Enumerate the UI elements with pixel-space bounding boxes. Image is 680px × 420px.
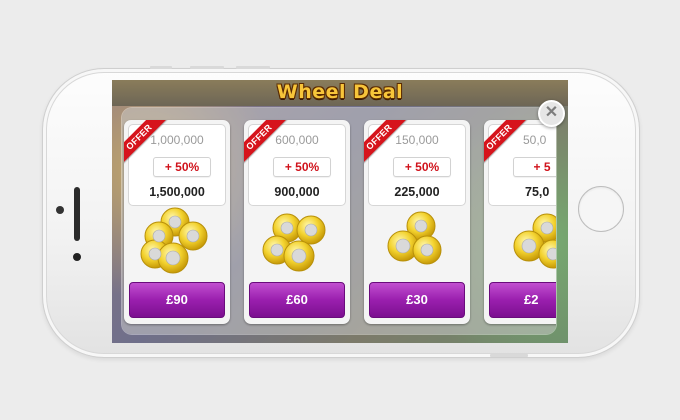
offer-card: 150,000 + 50% 225,000 OFFER £30 bbox=[364, 120, 470, 324]
offer-panel: 1,000,000 + 50% 1,500,000 OFFER £90 600,… bbox=[122, 108, 556, 334]
total-amount: 900,000 bbox=[274, 185, 320, 199]
total-amount: 1,500,000 bbox=[149, 185, 205, 199]
total-amount: 75,0 bbox=[525, 185, 550, 199]
volume-down-button bbox=[236, 66, 270, 69]
bonus-badge: + 50% bbox=[273, 157, 331, 177]
gold-coins-icon bbox=[513, 213, 556, 269]
phone-screen: Wheel Deal 1,000,000 + 50% 1,500,000 OFF… bbox=[112, 80, 568, 343]
front-camera bbox=[56, 206, 64, 214]
proximity-sensor bbox=[73, 253, 81, 261]
volume-up-button bbox=[190, 66, 224, 69]
earpiece-speaker bbox=[74, 187, 80, 241]
buy-button[interactable]: £60 bbox=[249, 282, 345, 318]
total-amount: 225,000 bbox=[394, 185, 440, 199]
bonus-badge: + 50% bbox=[153, 157, 211, 177]
buy-button[interactable]: £90 bbox=[129, 282, 225, 318]
power-button bbox=[490, 354, 528, 357]
offer-card: 50,0 + 5 75,0 OFFER £2 bbox=[484, 120, 556, 324]
buy-button[interactable]: £2 bbox=[489, 282, 556, 318]
bonus-badge: + 5 bbox=[513, 157, 556, 177]
game-title: Wheel Deal bbox=[276, 81, 404, 103]
offer-card: 600,000 + 50% 900,000 OFFER £60 bbox=[244, 120, 350, 324]
gold-coins-icon bbox=[140, 207, 208, 274]
offer-card: 1,000,000 + 50% 1,500,000 OFFER £90 bbox=[124, 120, 230, 324]
gold-coins-icon bbox=[387, 211, 442, 265]
bonus-badge: + 50% bbox=[393, 157, 451, 177]
close-button[interactable]: ✕ bbox=[538, 100, 565, 127]
close-icon: ✕ bbox=[544, 104, 559, 121]
gold-coins-icon bbox=[262, 213, 326, 272]
home-button[interactable] bbox=[578, 186, 624, 232]
mute-switch bbox=[150, 66, 172, 69]
buy-button[interactable]: £30 bbox=[369, 282, 465, 318]
